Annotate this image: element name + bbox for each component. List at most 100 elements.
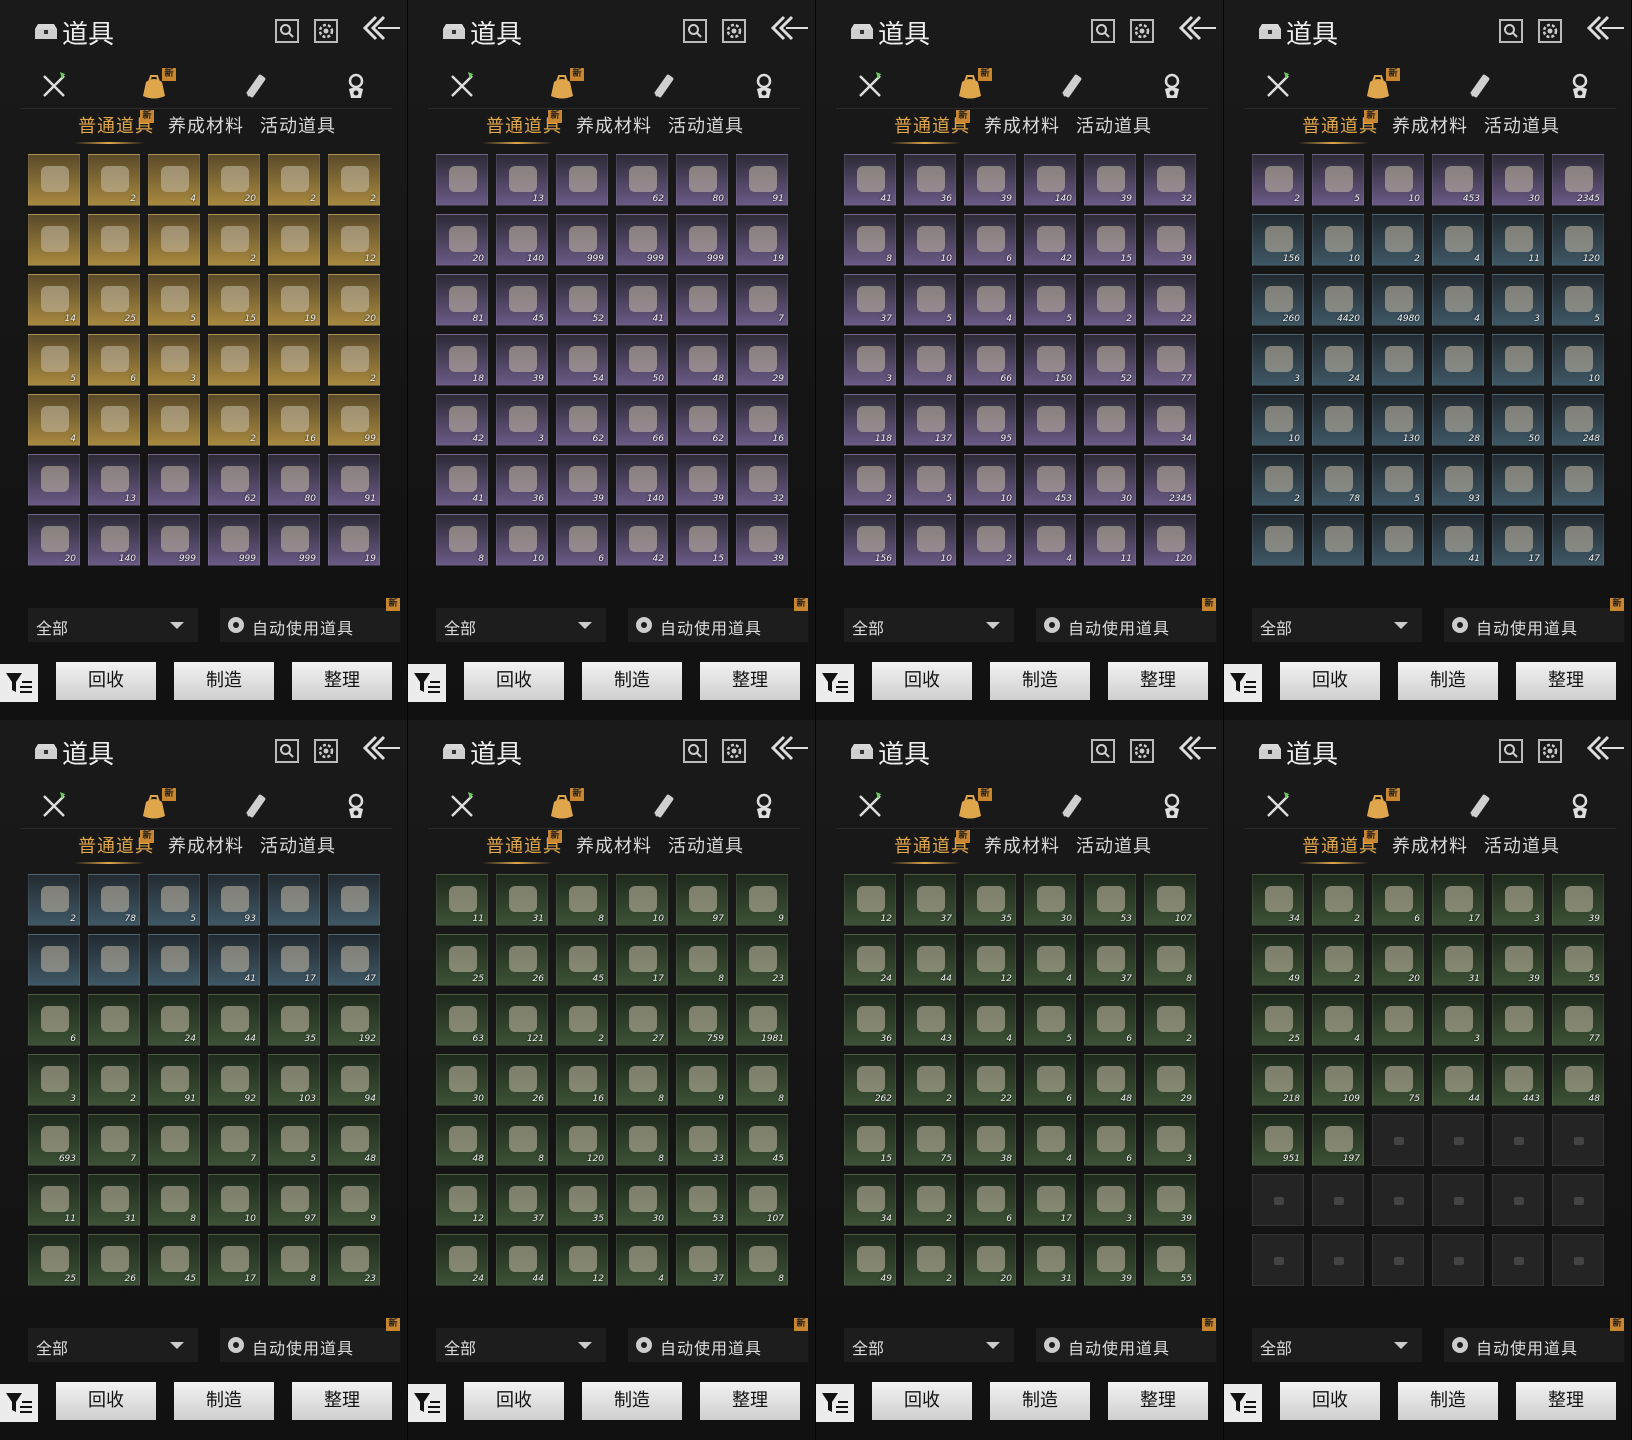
item-slot[interactable]: 93 <box>208 874 260 926</box>
sort-button[interactable]: 整理 <box>700 662 800 700</box>
sort-button[interactable]: 整理 <box>292 1382 392 1420</box>
craft-button[interactable]: 制造 <box>1398 662 1498 700</box>
category-dungeon[interactable] <box>748 790 780 822</box>
craft-button[interactable]: 制造 <box>990 1382 1090 1420</box>
item-slot[interactable]: 10 <box>616 874 668 926</box>
item-slot[interactable]: 8 <box>1144 934 1196 986</box>
settings-button[interactable] <box>722 19 746 43</box>
item-slot[interactable]: 20 <box>208 154 260 206</box>
item-slot[interactable] <box>556 154 608 206</box>
item-slot[interactable]: 19 <box>328 514 380 566</box>
item-slot[interactable]: 120 <box>1552 214 1604 266</box>
item-slot[interactable] <box>1312 514 1364 566</box>
item-slot[interactable]: 3 <box>148 334 200 386</box>
item-slot[interactable]: 8 <box>268 1234 320 1286</box>
item-slot[interactable]: 999 <box>208 514 260 566</box>
tab-materials[interactable]: 养成材料 <box>576 832 652 858</box>
item-slot[interactable]: 31 <box>88 1174 140 1226</box>
recycle-button[interactable]: 回收 <box>464 1382 564 1420</box>
item-slot[interactable]: 22 <box>964 1054 1016 1106</box>
search-button[interactable] <box>1499 739 1523 763</box>
empty-slot[interactable] <box>1312 1234 1364 1286</box>
sort-button[interactable]: 整理 <box>1516 662 1616 700</box>
item-slot[interactable]: 10 <box>904 514 956 566</box>
item-slot[interactable]: 17 <box>616 934 668 986</box>
item-slot[interactable]: 120 <box>556 1114 608 1166</box>
empty-slot[interactable] <box>1372 1114 1424 1166</box>
category-weapon[interactable] <box>1262 70 1294 102</box>
craft-button[interactable]: 制造 <box>582 1382 682 1420</box>
category-scroll[interactable] <box>240 70 272 102</box>
item-slot[interactable]: 6 <box>88 334 140 386</box>
item-slot[interactable] <box>88 994 140 1046</box>
auto-use-button[interactable]: 自动使用道具 新 <box>220 598 400 642</box>
item-slot[interactable]: 49 <box>1252 934 1304 986</box>
item-slot[interactable]: 39 <box>736 514 788 566</box>
empty-slot[interactable] <box>1492 1174 1544 1226</box>
search-button[interactable] <box>1091 19 1115 43</box>
item-slot[interactable]: 45 <box>148 1234 200 1286</box>
item-slot[interactable]: 3 <box>1432 994 1484 1046</box>
item-slot[interactable]: 15 <box>1084 214 1136 266</box>
filter-dropdown[interactable]: 全部 <box>28 608 198 642</box>
item-slot[interactable]: 2 <box>1252 454 1304 506</box>
item-slot[interactable]: 28 <box>1432 394 1484 446</box>
item-slot[interactable]: 52 <box>556 274 608 326</box>
item-slot[interactable]: 4420 <box>1312 274 1364 326</box>
item-slot[interactable]: 34 <box>1144 394 1196 446</box>
item-slot[interactable]: 62 <box>556 394 608 446</box>
item-slot[interactable]: 693 <box>28 1114 80 1166</box>
item-slot[interactable]: 25 <box>28 1234 80 1286</box>
recycle-button[interactable]: 回收 <box>56 1382 156 1420</box>
item-slot[interactable]: 6 <box>1084 994 1136 1046</box>
empty-slot[interactable] <box>1552 1234 1604 1286</box>
item-slot[interactable]: 30 <box>1492 154 1544 206</box>
item-slot[interactable]: 20 <box>28 514 80 566</box>
item-slot[interactable]: 11 <box>436 874 488 926</box>
item-slot[interactable]: 22 <box>1144 274 1196 326</box>
settings-button[interactable] <box>1130 739 1154 763</box>
item-slot[interactable]: 26 <box>496 934 548 986</box>
item-slot[interactable]: 44 <box>496 1234 548 1286</box>
back-arrow-icon[interactable] <box>360 14 400 44</box>
item-slot[interactable]: 20 <box>1372 934 1424 986</box>
item-slot[interactable]: 97 <box>268 1174 320 1226</box>
item-slot[interactable]: 3 <box>1084 1174 1136 1226</box>
item-slot[interactable] <box>28 934 80 986</box>
item-slot[interactable]: 999 <box>556 214 608 266</box>
item-slot[interactable]: 37 <box>676 1234 728 1286</box>
category-dungeon[interactable] <box>748 70 780 102</box>
item-slot[interactable]: 66 <box>616 394 668 446</box>
item-slot[interactable]: 2 <box>556 994 608 1046</box>
item-slot[interactable]: 29 <box>736 334 788 386</box>
item-slot[interactable]: 8 <box>496 1114 548 1166</box>
filter-button[interactable] <box>816 664 854 702</box>
item-slot[interactable]: 42 <box>436 394 488 446</box>
item-slot[interactable]: 39 <box>1552 874 1604 926</box>
tab-materials[interactable]: 养成材料 <box>984 832 1060 858</box>
item-slot[interactable]: 94 <box>328 1054 380 1106</box>
item-slot[interactable]: 5 <box>1024 274 1076 326</box>
item-slot[interactable]: 63 <box>436 994 488 1046</box>
item-slot[interactable]: 109 <box>1312 1054 1364 1106</box>
item-slot[interactable]: 10 <box>496 514 548 566</box>
item-slot[interactable]: 15 <box>208 274 260 326</box>
empty-slot[interactable] <box>1432 1234 1484 1286</box>
item-slot[interactable] <box>1492 454 1544 506</box>
item-slot[interactable]: 41 <box>1432 514 1484 566</box>
item-slot[interactable]: 443 <box>1492 1054 1544 1106</box>
item-slot[interactable]: 2 <box>88 154 140 206</box>
item-slot[interactable]: 5 <box>1312 154 1364 206</box>
back-arrow-icon[interactable] <box>1176 14 1216 44</box>
item-slot[interactable]: 17 <box>1492 514 1544 566</box>
settings-button[interactable] <box>314 739 338 763</box>
item-slot[interactable] <box>1372 994 1424 1046</box>
item-slot[interactable]: 7 <box>88 1114 140 1166</box>
item-slot[interactable]: 7 <box>736 274 788 326</box>
search-button[interactable] <box>683 739 707 763</box>
tab-event-items[interactable]: 活动道具 <box>260 832 336 858</box>
item-slot[interactable]: 24 <box>436 1234 488 1286</box>
item-slot[interactable]: 4 <box>964 994 1016 1046</box>
item-slot[interactable]: 20 <box>964 1234 1016 1286</box>
item-slot[interactable]: 17 <box>1024 1174 1076 1226</box>
